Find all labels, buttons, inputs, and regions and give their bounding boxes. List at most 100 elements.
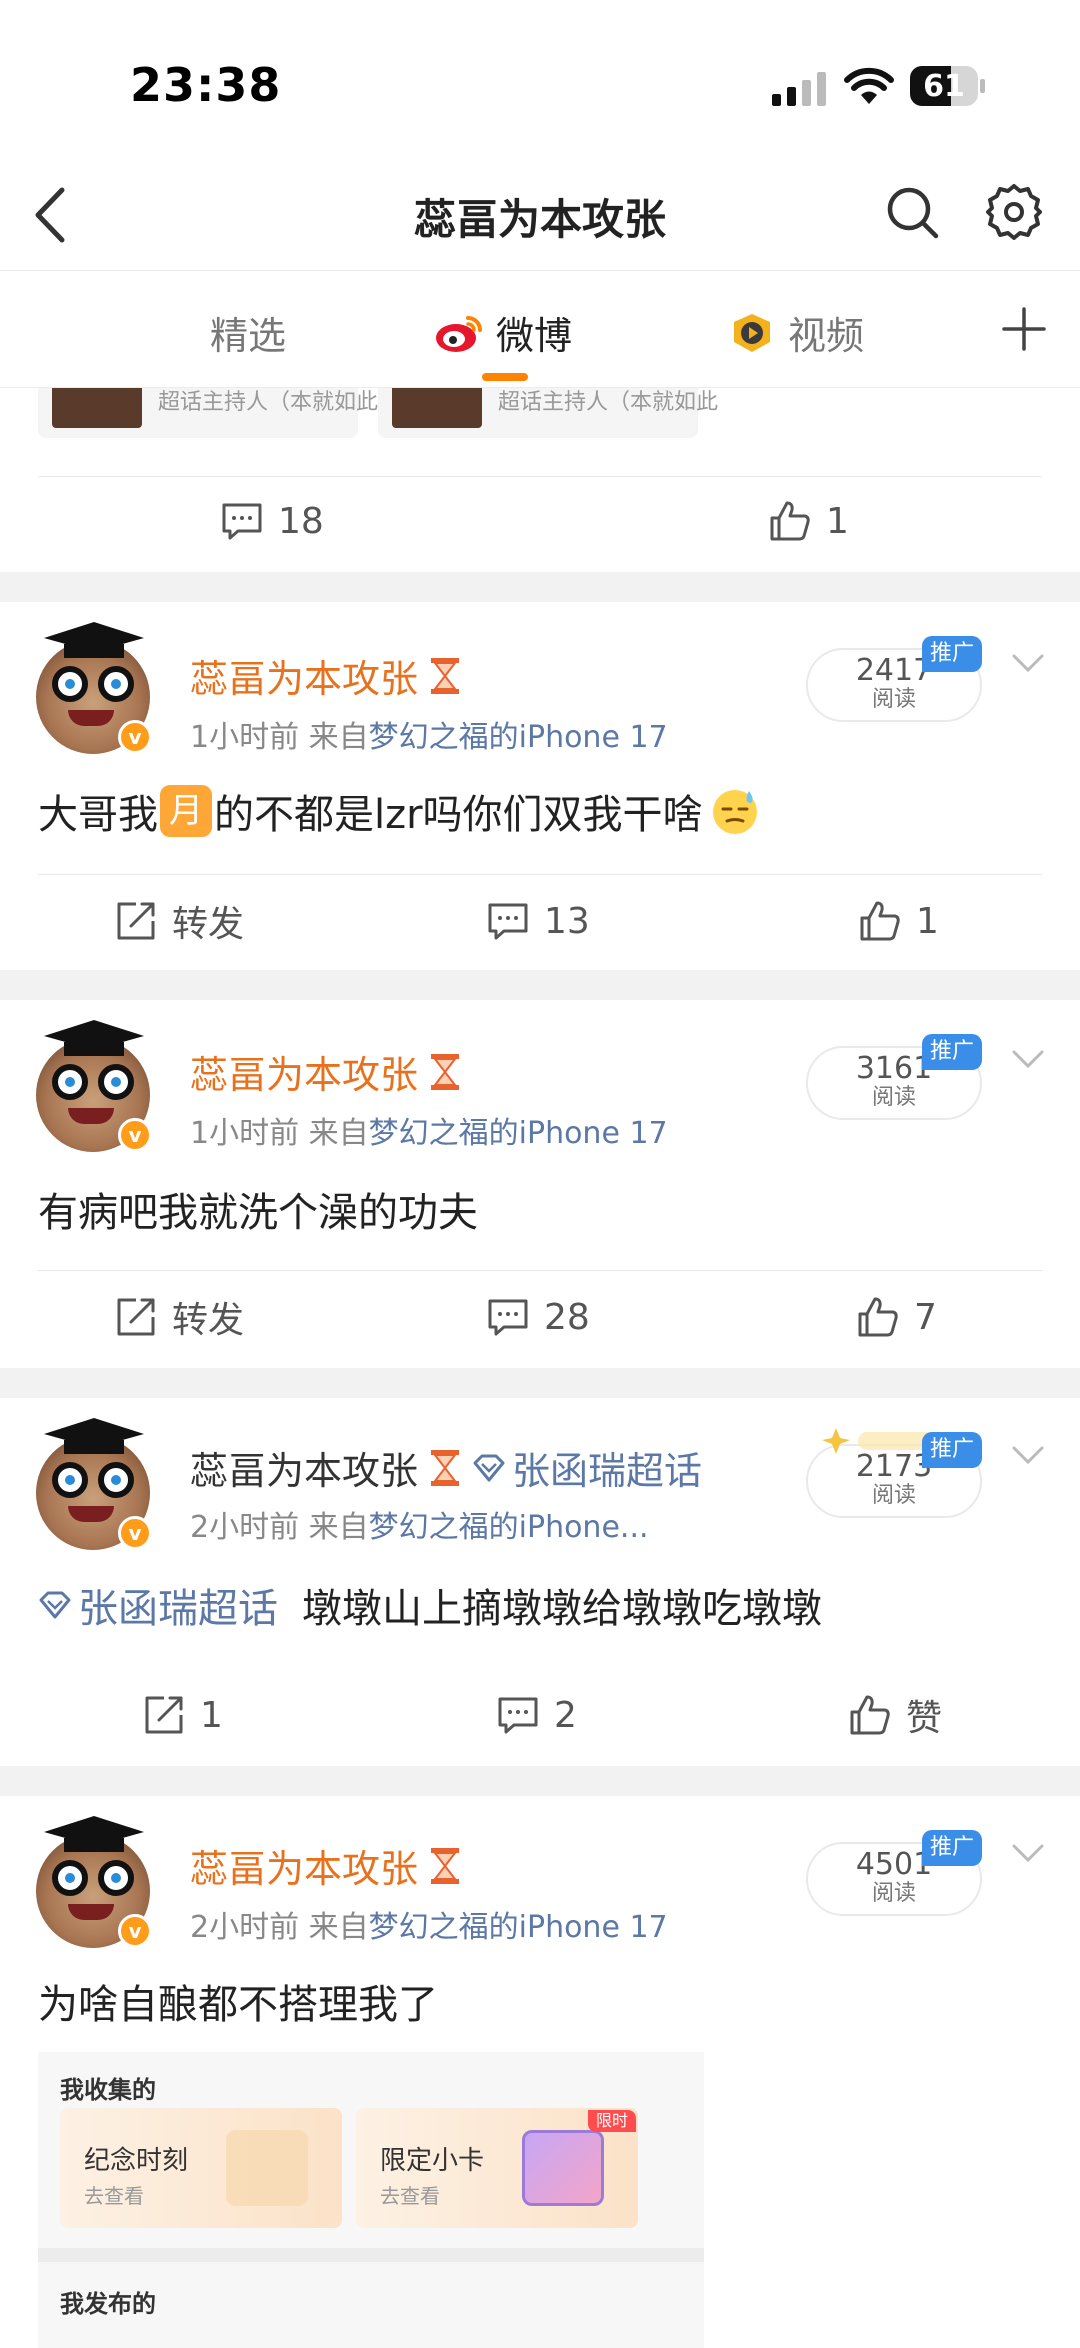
post-time: 1小时前 <box>190 1116 300 1151</box>
card-subtitle: 去查看 <box>84 2184 144 2208</box>
like-count: 1 <box>916 900 939 942</box>
tab-weibo[interactable]: 微博 <box>434 305 572 360</box>
promote-badge[interactable]: 推广 <box>922 1830 982 1866</box>
like-button[interactable]: 赞 <box>848 1670 942 1760</box>
post-source[interactable]: 梦幻之福的iPhone... <box>369 1510 649 1545</box>
post-source[interactable]: 梦幻之福的iPhone 17 <box>369 1910 668 1945</box>
sweat-emoji-icon <box>712 790 757 834</box>
thumbnail <box>392 388 482 428</box>
tab-featured[interactable]: 精选 <box>210 305 286 360</box>
post-text-part: 墩墩山上摘墩墩给墩墩吃墩墩 <box>302 1586 822 1632</box>
view-label: 阅读 <box>871 1483 916 1508</box>
like-button[interactable]: 1 <box>858 876 939 966</box>
repost-button[interactable]: 1 <box>142 1670 223 1760</box>
promote-badge[interactable]: 推广 <box>922 1034 982 1070</box>
wifi-icon <box>844 67 894 104</box>
graduation-cap-icon <box>44 1020 144 1056</box>
thumbs-up-icon <box>858 1297 898 1337</box>
comment-icon <box>488 903 528 940</box>
post-card[interactable]: v 蕊畐为本攻张 张函瑞超话 2小时前 来自梦幻之福的iPhone... 217… <box>0 1398 1080 1766</box>
avatar[interactable]: v <box>34 618 152 758</box>
comment-button[interactable]: 28 <box>486 1272 590 1362</box>
comment-icon <box>222 503 262 540</box>
promote-badge[interactable]: 推广 <box>922 636 982 672</box>
limited-card: 限定小卡 去查看 限时 <box>356 2108 638 2228</box>
retweet-card[interactable]: 超话主持人（本就如此 <box>378 388 718 438</box>
comment-icon <box>488 1299 528 1336</box>
source-prefix: 来自 <box>308 1116 369 1151</box>
limited-badge: 限时 <box>587 2110 636 2132</box>
username[interactable]: 蕊畐为本攻张 <box>190 648 462 703</box>
chevron-down-icon[interactable] <box>1010 652 1046 676</box>
comment-button[interactable]: 13 <box>486 876 590 966</box>
post-source[interactable]: 梦幻之福的iPhone 17 <box>369 1116 668 1151</box>
post-actions: 1 2 赞 <box>0 1670 1080 1760</box>
comment-button[interactable]: 2 <box>496 1670 577 1760</box>
post-text: 大哥我 月 的不都是lzr吗你们双我干啥 <box>38 782 761 840</box>
card-decoration-icon <box>226 2130 308 2206</box>
post-source[interactable]: 梦幻之福的iPhone 17 <box>369 720 668 755</box>
comment-icon <box>498 1697 538 1734</box>
verified-badge-icon: v <box>118 720 152 754</box>
memorial-moment-card: 纪念时刻 去查看 <box>60 2108 342 2228</box>
post-image[interactable]: 我收集的 纪念时刻 去查看 限定小卡 去查看 限时 我发布的 <box>38 2052 704 2348</box>
chevron-down-icon[interactable] <box>1010 1444 1046 1468</box>
post-actions: 18 1 <box>0 476 1080 566</box>
status-time: 23:38 <box>130 58 282 112</box>
feed-separator <box>0 1368 1080 1398</box>
search-icon[interactable] <box>882 182 942 242</box>
username-text: 蕊畐为本攻张 <box>190 1449 419 1493</box>
repost-icon <box>117 1298 155 1336</box>
post-meta: 2小时前 来自梦幻之福的iPhone 17 <box>190 1902 668 1946</box>
plus-icon[interactable] <box>1000 305 1048 353</box>
source-prefix: 来自 <box>308 1910 369 1945</box>
card-title: 限定小卡 <box>380 2146 485 2176</box>
username[interactable]: 蕊畐为本攻张 <box>190 1044 462 1099</box>
username[interactable]: 蕊畐为本攻张 <box>190 1838 462 1893</box>
repost-button[interactable]: 转发 <box>114 876 244 966</box>
gear-icon[interactable] <box>984 182 1044 242</box>
thumbnail <box>52 388 142 428</box>
hourglass-icon <box>431 1053 460 1090</box>
chevron-down-icon[interactable] <box>1010 1048 1046 1072</box>
repost-label: 转发 <box>172 1300 245 1341</box>
post-card[interactable]: v 蕊畐为本攻张 1小时前 来自梦幻之福的iPhone 17 3161 阅读 推… <box>0 1000 1080 1368</box>
hourglass-icon <box>431 1449 460 1486</box>
verified-badge-icon: v <box>118 1118 152 1152</box>
repost-count: 1 <box>200 1694 223 1736</box>
feed-separator <box>0 970 1080 1000</box>
tab-video[interactable]: 视频 <box>726 305 864 360</box>
avatar[interactable]: v <box>34 1812 152 1952</box>
post-time: 2小时前 <box>190 1510 300 1545</box>
like-button[interactable]: 1 <box>768 476 849 566</box>
topic-link[interactable]: 张函瑞超话 <box>38 1576 278 1634</box>
username[interactable]: 蕊畐为本攻张 张函瑞超话 <box>190 1440 702 1495</box>
source-prefix: 来自 <box>308 720 369 755</box>
cellular-signal-icon <box>772 72 826 106</box>
card-subtitle: 去查看 <box>380 2184 440 2208</box>
post-time: 1小时前 <box>190 720 300 755</box>
comment-count: 13 <box>544 900 590 942</box>
retweet-card[interactable]: 超话主持人（本就如此萌 <box>38 388 400 438</box>
repost-button[interactable]: 转发 <box>114 1272 244 1362</box>
comment-button[interactable]: 18 <box>220 476 324 566</box>
active-tab-indicator <box>482 373 528 381</box>
avatar[interactable]: v <box>34 1016 152 1156</box>
username-text: 蕊畐为本攻张 <box>190 1847 419 1891</box>
card-text: 超话主持人（本就如此 <box>498 390 719 415</box>
moon-emoji-icon: 月 <box>160 785 212 837</box>
comment-count: 18 <box>278 500 324 542</box>
diamond-icon <box>473 1454 505 1481</box>
post-text: 有病吧我就洗个澡的功夫 <box>38 1190 478 1236</box>
like-button[interactable]: 7 <box>856 1272 937 1362</box>
super-topic-link[interactable]: 张函瑞超话 <box>472 1440 702 1495</box>
promote-badge[interactable]: 推广 <box>922 1432 982 1468</box>
weibo-logo-icon <box>436 315 482 352</box>
battery-icon: 61 <box>910 66 985 106</box>
post-card[interactable]: v 蕊畐为本攻张 1小时前 来自梦幻之福的iPhone 17 2417 阅读 推… <box>0 602 1080 970</box>
chevron-down-icon[interactable] <box>1010 1842 1046 1866</box>
post-text-part: 的不都是lzr吗你们双我干啥 <box>214 792 703 838</box>
avatar[interactable]: v <box>34 1414 152 1554</box>
nav-bar: 蕊畐为本攻张 <box>0 160 1080 270</box>
like-label: 赞 <box>906 1698 943 1739</box>
